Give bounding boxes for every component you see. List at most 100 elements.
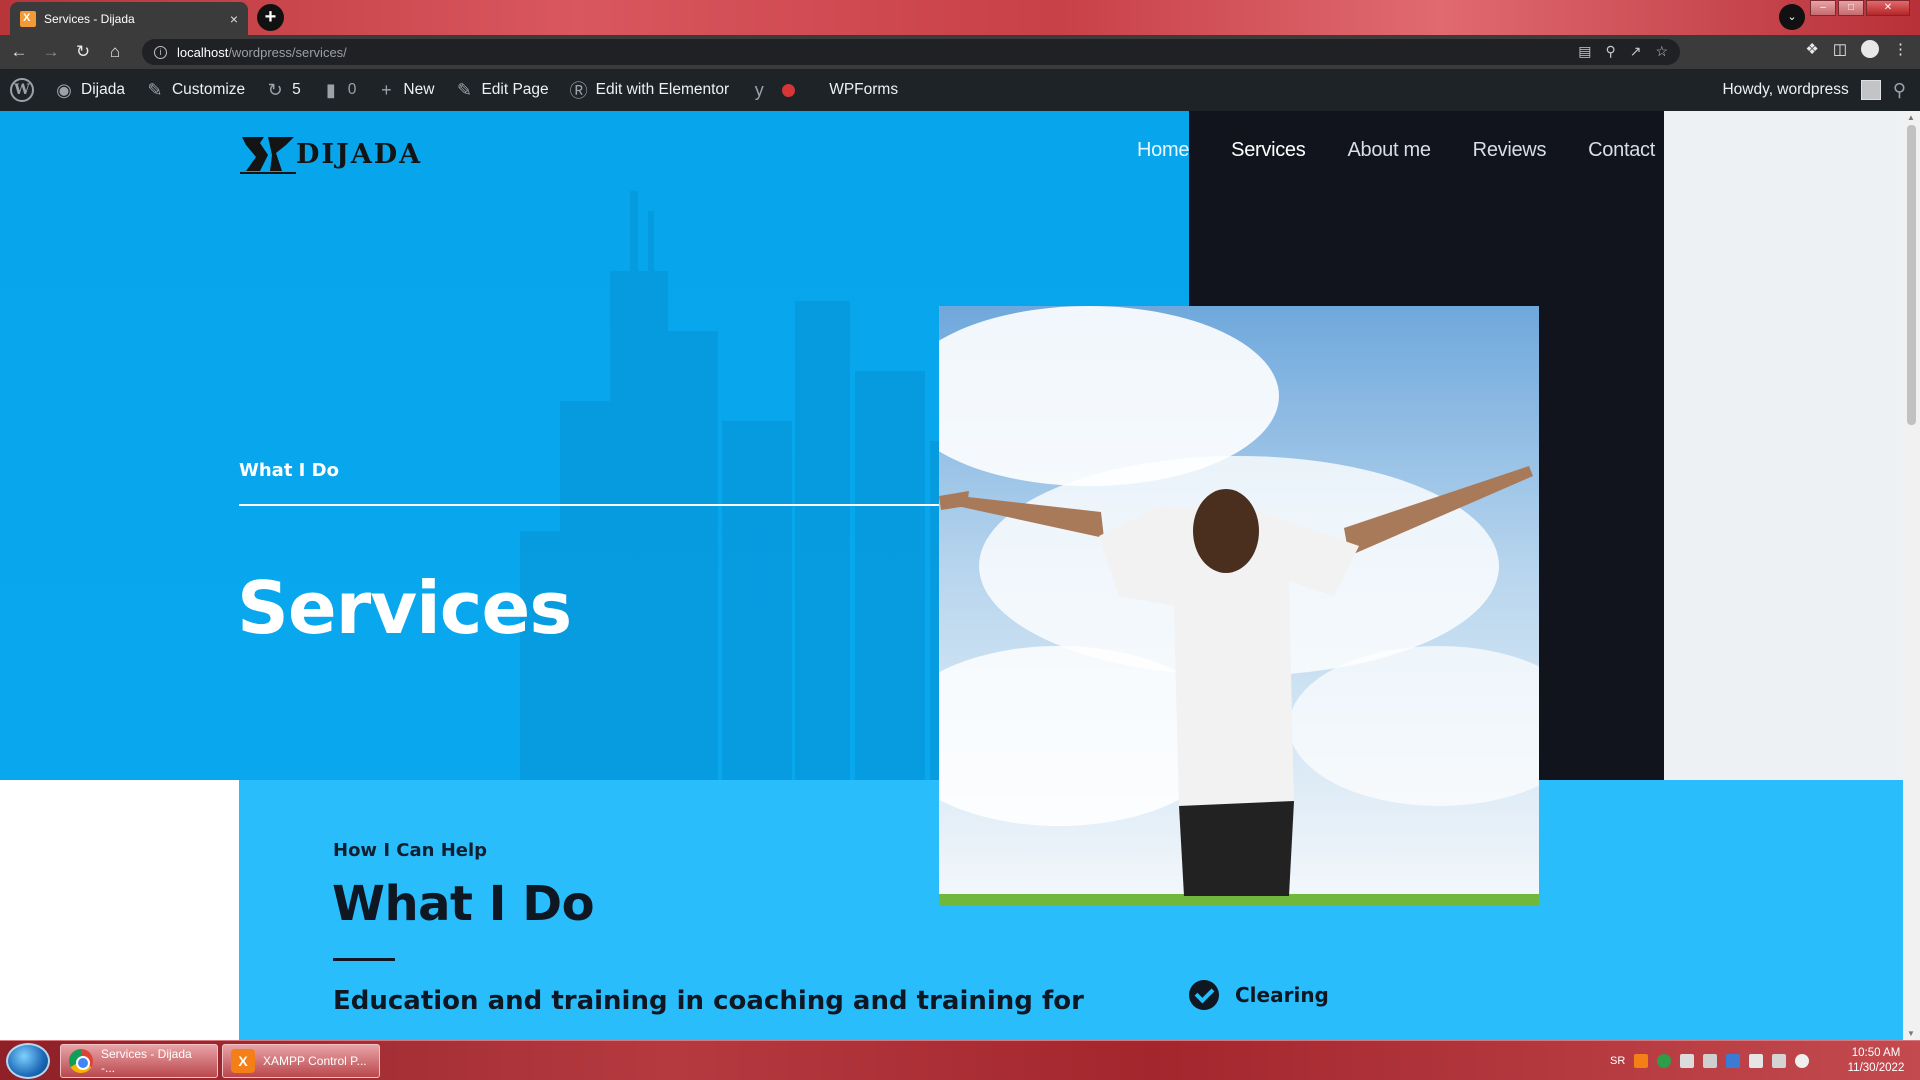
menu-kebab-icon[interactable]: ⋮ (1893, 40, 1908, 58)
scroll-up-arrow-icon[interactable]: ▲ (1907, 113, 1915, 122)
admin-edit-page[interactable]: ✎ Edit Page (444, 69, 558, 111)
bookmark-star-icon[interactable]: ☆ (1655, 43, 1668, 60)
volume-speaker-icon[interactable] (1795, 1054, 1810, 1068)
search-icon[interactable]: ⚲ (1893, 80, 1906, 101)
taskbar-chrome-window[interactable]: Services - Dijada -... (60, 1044, 218, 1078)
page-viewport: DIJADA Home Services About me Reviews Co… (0, 111, 1903, 1040)
windows-taskbar: Services - Dijada -... X XAMPP Control P… (0, 1040, 1920, 1080)
system-tray: SR (1610, 1041, 1810, 1080)
home-icon[interactable]: ⌂ (102, 39, 128, 65)
language-indicator[interactable]: SR (1610, 1055, 1625, 1067)
tab-close-icon[interactable]: × (230, 11, 238, 27)
paintbrush-icon: ✎ (147, 79, 163, 100)
browser-tab-strip: Services - Dijada × + ⌄ – □ ✕ (0, 0, 1920, 35)
wp-admin-bar: W ◉ Dijada ✎ Customize ↻ 5 ▮ 0 + New ✎ E… (0, 69, 1920, 111)
new-tab-button[interactable]: + (257, 4, 284, 31)
hero-eyebrow: What I Do (239, 460, 339, 481)
section-divider (333, 958, 395, 961)
admin-customize[interactable]: ✎ Customize (135, 69, 255, 111)
translate-icon[interactable]: ▤ (1578, 43, 1591, 60)
usb-tray-icon[interactable] (1703, 1054, 1718, 1068)
hero-divider (239, 504, 939, 506)
nav-reviews[interactable]: Reviews (1452, 139, 1567, 162)
admin-updates[interactable]: ↻ 5 (255, 69, 311, 111)
nav-home[interactable]: Home (1137, 139, 1210, 162)
network-tray-icon[interactable] (1680, 1054, 1695, 1068)
check-circle-icon (1189, 980, 1219, 1010)
tab-search-button[interactable]: ⌄ (1779, 4, 1805, 30)
section-eyebrow: How I Can Help (333, 840, 488, 861)
admin-yoast-seo[interactable]: y (739, 69, 819, 111)
side-panel-icon[interactable]: ◫ (1833, 40, 1847, 58)
back-arrow-icon[interactable]: ← (6, 39, 32, 65)
scroll-down-arrow-icon[interactable]: ▼ (1907, 1029, 1915, 1038)
display-tray-icon[interactable] (1772, 1054, 1787, 1068)
admin-comments[interactable]: ▮ 0 (311, 69, 367, 111)
taskbar-xampp-window[interactable]: X XAMPP Control P... (222, 1044, 380, 1078)
howdy-user-menu[interactable]: Howdy, wordpress (1722, 81, 1848, 99)
browser-tab-services[interactable]: Services - Dijada × (10, 2, 248, 35)
nav-contact[interactable]: Contact (1567, 139, 1676, 162)
forward-arrow-icon[interactable]: → (38, 39, 64, 65)
chrome-window-label: Services - Dijada -... (101, 1047, 192, 1075)
elementor-icon: Ⓡ (569, 81, 588, 101)
window-controls: – □ ✕ (1810, 0, 1910, 16)
hero-light-panel (1664, 111, 1903, 780)
action-center-flag-icon[interactable] (1749, 1054, 1764, 1068)
updates-refresh-icon: ↻ (267, 79, 283, 100)
bluetooth-tray-icon[interactable] (1726, 1054, 1741, 1068)
logo-mark-icon (240, 137, 296, 174)
edit-elementor-label: Edit with Elementor (595, 81, 730, 98)
updates-count: 5 (292, 81, 301, 98)
minimize-button[interactable]: – (1810, 0, 1836, 16)
site-info-icon[interactable]: i (154, 45, 167, 59)
edit-page-label: Edit Page (481, 81, 549, 98)
user-avatar[interactable] (1860, 80, 1881, 100)
comment-bubble-icon: ▮ (325, 79, 336, 100)
dashboard-gauge-icon: ◉ (56, 79, 72, 100)
plus-icon: + (381, 79, 392, 100)
wp-logo-menu[interactable]: W (0, 69, 44, 111)
admin-site-name[interactable]: ◉ Dijada (44, 69, 135, 111)
site-logo[interactable]: DIJADA (238, 131, 422, 177)
url-text: localhost/wordpress/services/ (177, 44, 347, 60)
page-title: Services (237, 566, 572, 650)
taskbar-clock[interactable]: 10:50 AM 11/30/2022 (1838, 1046, 1914, 1076)
logo-text: DIJADA (296, 138, 423, 170)
xampp-tray-icon[interactable] (1634, 1054, 1649, 1068)
zoom-icon[interactable]: ⚲ (1605, 43, 1615, 60)
nav-about-me[interactable]: About me (1326, 139, 1451, 162)
xampp-favicon-icon (20, 10, 36, 27)
wpforms-label: WPForms (829, 81, 899, 98)
scrollbar-thumb[interactable] (1907, 125, 1916, 425)
clock-time: 10:50 AM (1851, 1047, 1901, 1059)
admin-bar-right: Howdy, wordpress ⚲ (1722, 69, 1906, 111)
admin-wpforms[interactable]: WPForms (819, 69, 908, 111)
section-title: What I Do (332, 876, 595, 932)
admin-new-content[interactable]: + New (366, 69, 444, 111)
hero-photo-man-arms-raised (939, 306, 1539, 906)
maximize-button[interactable]: □ (1838, 0, 1864, 16)
share-icon[interactable]: ↗ (1630, 43, 1642, 60)
nav-services[interactable]: Services (1210, 139, 1326, 162)
section-text: Education and training in coaching and t… (333, 986, 1084, 1016)
address-bar[interactable]: i localhost/wordpress/services/ ▤ ⚲ ↗ ☆ (142, 39, 1680, 65)
comments-count: 0 (347, 81, 357, 98)
clock-date: 11/30/2022 (1847, 1062, 1905, 1074)
tab-title: Services - Dijada (44, 11, 135, 26)
download-tray-icon[interactable] (1657, 1054, 1672, 1068)
main-navigation: Home Services About me Reviews Contact (1137, 139, 1676, 162)
reload-icon[interactable]: ↻ (70, 39, 96, 65)
omnibox-actions: ▤ ⚲ ↗ ☆ (1578, 43, 1668, 60)
xampp-icon: X (231, 1049, 255, 1073)
page-scrollbar[interactable]: ▲ ▼ (1903, 111, 1920, 1040)
close-window-button[interactable]: ✕ (1866, 0, 1910, 16)
profile-avatar-icon[interactable] (1861, 40, 1879, 58)
admin-edit-elementor[interactable]: Ⓡ Edit with Elementor (559, 69, 740, 111)
browser-toolbar: ← → ↻ ⌂ i localhost/wordpress/services/ … (0, 35, 1920, 69)
seo-status-dot (782, 83, 796, 97)
extensions-puzzle-icon[interactable]: ❖ (1805, 40, 1818, 58)
start-button[interactable] (6, 1043, 50, 1079)
customize-label: Customize (171, 81, 246, 98)
checklist-item: Clearing (1189, 980, 1329, 1010)
